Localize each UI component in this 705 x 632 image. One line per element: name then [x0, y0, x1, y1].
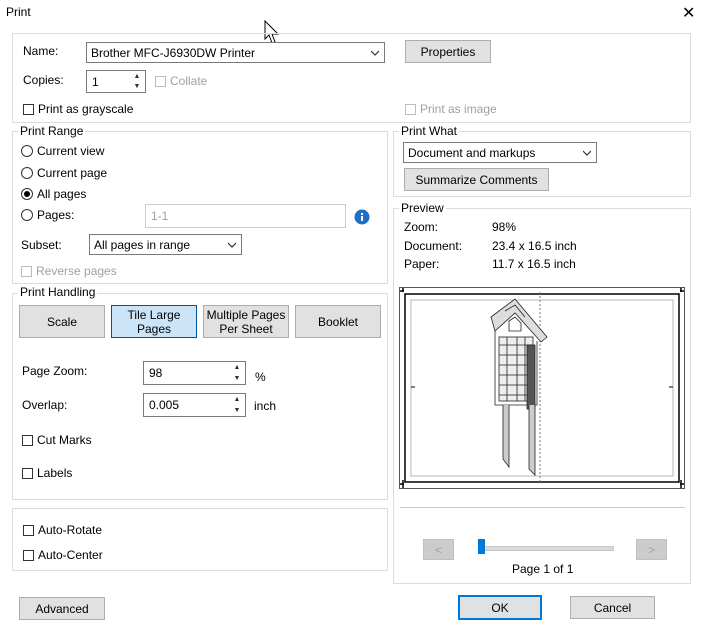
page-zoom-label: Page Zoom:: [22, 364, 88, 378]
next-page-button[interactable]: >: [636, 539, 667, 560]
pages-value: 1-1: [151, 209, 169, 223]
overlap-unit: inch: [254, 399, 277, 413]
zoom-label: Zoom:: [404, 220, 439, 234]
overlap-value: 0.005: [149, 398, 180, 412]
preview-title: Preview: [399, 201, 446, 215]
current-view-label: Current view: [37, 144, 105, 158]
summarize-comments-button[interactable]: Summarize Comments: [404, 168, 549, 191]
prev-page-button[interactable]: <: [423, 539, 454, 560]
page-zoom-stepper[interactable]: 98 ▲ ▼: [143, 361, 246, 385]
printer-name-label: Name:: [23, 44, 59, 58]
auto-rotate-checkbox[interactable]: Auto-Rotate: [23, 523, 102, 537]
print-handling-title: Print Handling: [18, 285, 98, 299]
printer-select[interactable]: Brother MFC-J6930DW Printer: [86, 42, 385, 63]
page-slider-track[interactable]: [480, 546, 614, 551]
tile-line1: Tile Large: [127, 307, 181, 322]
print-what-value: Document and markups: [408, 145, 536, 160]
radio-pages[interactable]: Pages:: [21, 208, 74, 222]
chevron-down-icon: [228, 242, 236, 248]
booklet-button[interactable]: Booklet: [295, 305, 381, 338]
cancel-button[interactable]: Cancel: [570, 596, 655, 619]
chevron-down-icon: [371, 50, 379, 56]
print-as-image-checkbox[interactable]: Print as image: [405, 102, 497, 116]
multiple-line2: Per Sheet: [219, 321, 273, 336]
tile-line2: Pages: [136, 321, 172, 336]
radio-current-page[interactable]: Current page: [21, 166, 107, 180]
labels-checkbox[interactable]: Labels: [22, 466, 72, 480]
pages-input[interactable]: 1-1: [145, 204, 346, 228]
preview-pane: [399, 287, 685, 489]
collate-checkbox[interactable]: Collate: [155, 74, 207, 88]
print-what-title: Print What: [399, 124, 460, 138]
preview-divider: [400, 507, 685, 508]
checkbox-box: [155, 75, 166, 87]
checkbox-box: [23, 549, 34, 561]
radio-dot-selected: [21, 188, 33, 200]
print-as-image-label: Print as image: [420, 102, 497, 116]
checkbox-box: [22, 467, 33, 479]
collate-label: Collate: [170, 74, 208, 88]
paper-label: Paper:: [404, 257, 440, 271]
overlap-stepper[interactable]: 0.005 ▲ ▼: [143, 393, 246, 417]
copies-value: 1: [92, 74, 99, 89]
subset-select-value: All pages in range: [94, 237, 191, 252]
tile-large-pages-button[interactable]: Tile Large Pages: [111, 305, 197, 338]
radio-dot: [21, 145, 33, 157]
radio-current-view[interactable]: Current view: [21, 144, 104, 158]
auto-center-label: Auto-Center: [38, 548, 103, 562]
reverse-pages-label: Reverse pages: [36, 264, 117, 278]
auto-rotate-label: Auto-Rotate: [38, 523, 103, 537]
multiple-line1: Multiple Pages: [206, 307, 286, 322]
radio-dot: [21, 167, 33, 179]
advanced-button[interactable]: Advanced: [19, 597, 105, 620]
document-label: Document:: [404, 239, 463, 253]
spin-arrows-icon[interactable]: ▲ ▼: [129, 71, 145, 92]
grayscale-label: Print as grayscale: [38, 102, 134, 116]
print-what-select[interactable]: Document and markups: [403, 142, 597, 163]
chevron-down-icon: [583, 150, 591, 156]
info-icon[interactable]: [354, 209, 370, 225]
copies-label: Copies:: [23, 73, 64, 87]
printer-select-value: Brother MFC-J6930DW Printer: [91, 45, 256, 60]
current-page-label: Current page: [37, 166, 108, 180]
checkbox-box: [22, 434, 33, 446]
page-zoom-unit: %: [255, 370, 266, 384]
multiple-pages-button[interactable]: Multiple Pages Per Sheet: [203, 305, 289, 338]
spin-arrows-icon[interactable]: ▲ ▼: [229, 362, 245, 384]
properties-button[interactable]: Properties: [405, 40, 491, 63]
cut-marks-checkbox[interactable]: Cut Marks: [22, 433, 92, 447]
checkbox-box: [23, 103, 34, 115]
subset-select[interactable]: All pages in range: [89, 234, 242, 255]
checkbox-box: [23, 524, 34, 536]
reverse-pages-checkbox[interactable]: Reverse pages: [21, 264, 117, 278]
grayscale-checkbox[interactable]: Print as grayscale: [23, 102, 133, 116]
radio-dot: [21, 209, 33, 221]
scale-button[interactable]: Scale: [19, 305, 105, 338]
zoom-value: 98%: [492, 220, 517, 234]
radio-all-pages[interactable]: All pages: [21, 187, 86, 201]
document-value: 23.4 x 16.5 inch: [492, 239, 577, 253]
subset-label: Subset:: [21, 238, 62, 252]
overlap-label: Overlap:: [22, 398, 68, 412]
page-slider-thumb[interactable]: [478, 539, 485, 554]
checkbox-box: [21, 265, 32, 277]
auto-center-checkbox[interactable]: Auto-Center: [23, 548, 103, 562]
page-indicator: Page 1 of 1: [512, 562, 574, 576]
labels-label: Labels: [37, 466, 73, 480]
window-title: Print: [6, 5, 31, 19]
page-zoom-value: 98: [149, 366, 163, 380]
checkbox-box: [405, 103, 416, 115]
cut-marks-label: Cut Marks: [37, 433, 92, 447]
paper-value: 11.7 x 16.5 inch: [492, 257, 576, 271]
pages-label: Pages:: [37, 208, 75, 222]
close-icon[interactable]: ✕: [682, 3, 695, 23]
spin-arrows-icon[interactable]: ▲ ▼: [229, 394, 245, 416]
all-pages-label: All pages: [37, 187, 87, 201]
print-range-title: Print Range: [18, 124, 86, 138]
ok-button[interactable]: OK: [458, 595, 542, 620]
copies-stepper[interactable]: 1 ▲ ▼: [86, 70, 146, 93]
